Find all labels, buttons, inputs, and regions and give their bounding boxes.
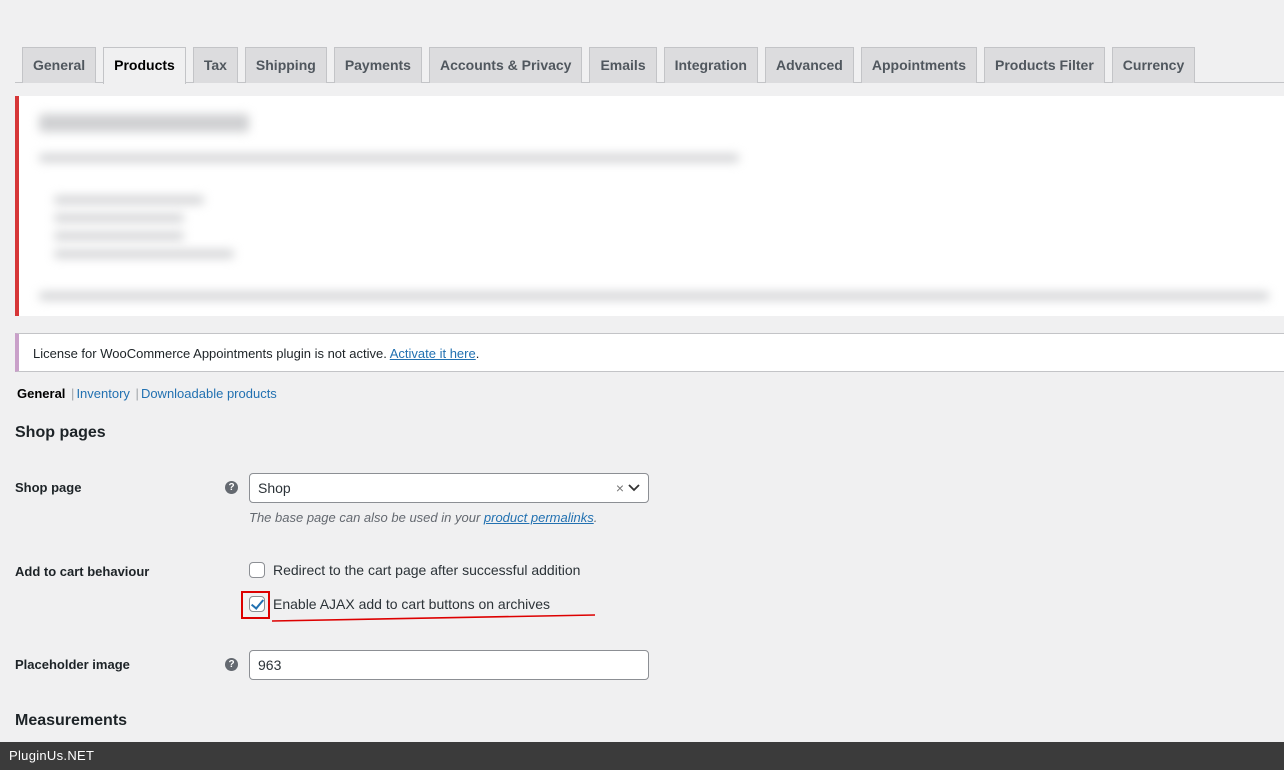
- subnav-general[interactable]: General: [17, 386, 65, 401]
- blurred-line: [39, 292, 1269, 300]
- blurred-error-notice: [15, 96, 1284, 316]
- blurred-line: [39, 154, 739, 162]
- license-notice-text: License for WooCommerce Appointments plu…: [33, 346, 390, 361]
- shop-page-select[interactable]: Shop ×: [249, 473, 649, 503]
- description-end: .: [593, 510, 598, 525]
- footer-bar: PluginUs.NET: [0, 742, 1284, 770]
- shop-page-description: The base page can also be used in your p…: [249, 510, 597, 525]
- tab-advanced[interactable]: Advanced: [764, 47, 854, 83]
- tab-products[interactable]: Products: [103, 47, 186, 84]
- description-text: The base page can also be used in your: [249, 510, 484, 525]
- clear-icon[interactable]: ×: [616, 474, 624, 502]
- section-subnav: General | Inventory | Downloadable product…: [17, 386, 277, 401]
- blurred-line: [54, 214, 184, 222]
- blurred-line: [54, 250, 234, 258]
- tab-tax[interactable]: Tax: [192, 47, 238, 83]
- tab-accounts-privacy[interactable]: Accounts & Privacy: [428, 47, 583, 83]
- tab-integration[interactable]: Integration: [663, 47, 758, 83]
- red-underline-annotation: [271, 614, 596, 622]
- subnav-separator: |: [135, 386, 139, 401]
- shop-page-value: Shop: [258, 480, 291, 496]
- redirect-checkbox[interactable]: [249, 562, 265, 578]
- tab-emails[interactable]: Emails: [589, 47, 657, 83]
- subnav-downloadable-products[interactable]: Downloadable products: [141, 386, 277, 401]
- footer-brand: PluginUs.NET: [9, 748, 95, 763]
- shop-page-label: Shop page: [15, 480, 82, 495]
- tab-general[interactable]: General: [22, 47, 97, 83]
- measurements-heading: Measurements: [15, 712, 128, 729]
- tab-products-filter[interactable]: Products Filter: [983, 47, 1105, 83]
- shop-pages-heading: Shop pages: [15, 424, 106, 441]
- subnav-separator: |: [71, 386, 75, 401]
- add-to-cart-label: Add to cart behaviour: [15, 564, 150, 579]
- tab-payments[interactable]: Payments: [333, 47, 422, 83]
- product-permalinks-link[interactable]: product permalinks: [484, 510, 594, 525]
- blurred-title: [39, 114, 249, 132]
- help-icon[interactable]: ?: [225, 658, 238, 671]
- license-notice: License for WooCommerce Appointments plu…: [15, 333, 1284, 372]
- subnav-inventory[interactable]: Inventory: [76, 386, 129, 401]
- chevron-down-icon: [628, 474, 640, 512]
- notice-period: .: [475, 346, 480, 361]
- settings-tabs: General Products Tax Shipping Payments A…: [15, 47, 1284, 84]
- activate-link[interactable]: Activate it here: [390, 346, 476, 361]
- ajax-label: Enable AJAX add to cart buttons on archi…: [273, 596, 551, 612]
- ajax-checkbox[interactable]: [249, 596, 265, 612]
- blurred-line: [54, 196, 204, 204]
- tab-currency[interactable]: Currency: [1111, 47, 1196, 83]
- blurred-line: [54, 232, 184, 240]
- redirect-label: Redirect to the cart page after successf…: [273, 562, 581, 578]
- placeholder-image-label: Placeholder image: [15, 657, 130, 672]
- tab-appointments[interactable]: Appointments: [860, 47, 977, 83]
- help-icon[interactable]: ?: [225, 481, 238, 494]
- tab-shipping[interactable]: Shipping: [244, 47, 327, 83]
- placeholder-image-input[interactable]: 963: [249, 650, 649, 680]
